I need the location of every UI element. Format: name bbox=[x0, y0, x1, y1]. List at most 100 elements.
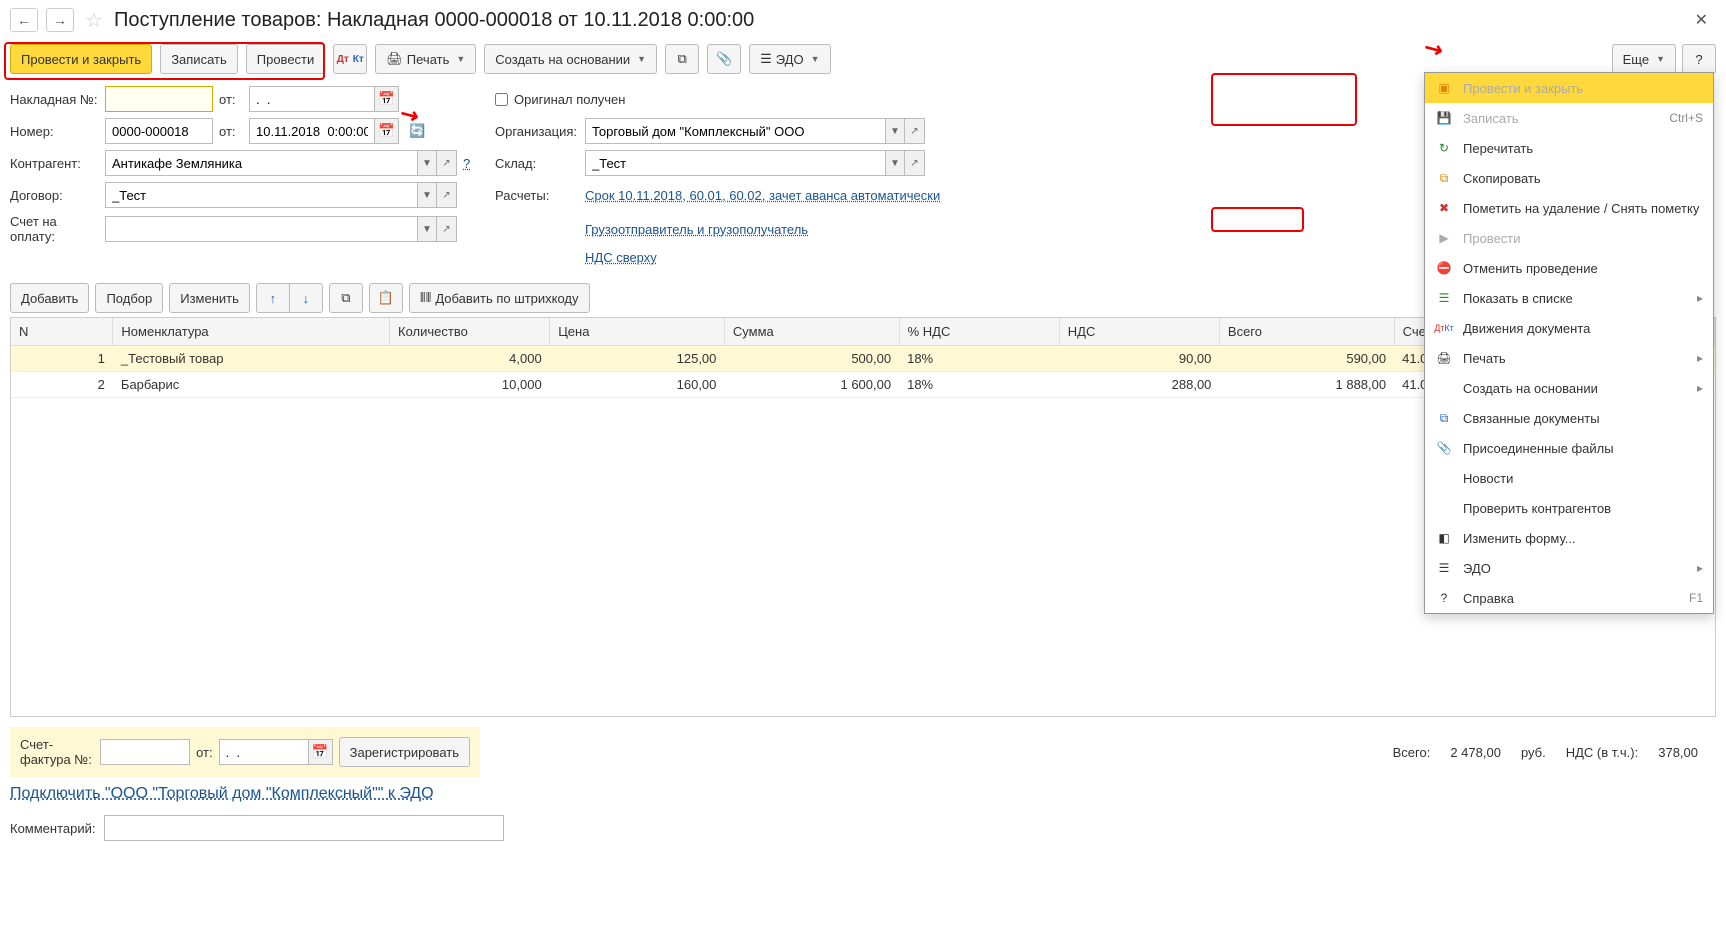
counterparty-info-link[interactable]: ? bbox=[463, 156, 470, 171]
write-button[interactable]: Записать bbox=[160, 44, 238, 74]
edo-connect-link[interactable]: Подключить "ООО "Торговый дом "Комплексн… bbox=[10, 785, 434, 802]
column-header[interactable]: Количество bbox=[390, 318, 550, 346]
register-button[interactable]: Зарегистрировать bbox=[339, 737, 470, 767]
menu-post[interactable]: ▶Провести bbox=[1425, 223, 1713, 253]
invoice-pay-open[interactable]: ↗ bbox=[437, 216, 457, 242]
menu-mark-delete[interactable]: ✖Пометить на удаление / Снять пометку bbox=[1425, 193, 1713, 223]
shipper-link[interactable]: Грузоотправитель и грузополучатель bbox=[585, 222, 808, 237]
invoice-date-input[interactable] bbox=[249, 86, 375, 112]
calc-link[interactable]: Срок 10.11.2018, 60.01, 60.02, зачет ава… bbox=[585, 188, 940, 203]
column-header[interactable]: Сумма bbox=[724, 318, 899, 346]
menu-show-list[interactable]: ☰Показать в списке▸ bbox=[1425, 283, 1713, 313]
edo-button[interactable]: ☰ ЭДО ▼ bbox=[749, 44, 830, 74]
menu-post-close[interactable]: ▣Провести и закрыть bbox=[1425, 73, 1713, 103]
comment-input[interactable] bbox=[104, 815, 504, 841]
help-button[interactable]: ? bbox=[1682, 44, 1716, 74]
menu-change-form[interactable]: ◧Изменить форму... bbox=[1425, 523, 1713, 553]
menu-check-counterparties[interactable]: Проверить контрагентов bbox=[1425, 493, 1713, 523]
post-button[interactable]: Провести bbox=[246, 44, 326, 74]
more-button[interactable]: Еще ▼ bbox=[1612, 44, 1676, 74]
related-docs-button[interactable]: ⧉ bbox=[665, 44, 699, 74]
help-icon: ? bbox=[1435, 589, 1453, 607]
attach-button[interactable]: 📎 bbox=[707, 44, 741, 74]
nav-back-button[interactable]: ← bbox=[10, 8, 38, 32]
counterparty-open[interactable]: ↗ bbox=[437, 150, 457, 176]
sf-no-input[interactable] bbox=[100, 739, 190, 765]
warehouse-label: Склад: bbox=[495, 156, 585, 171]
counterparty-input[interactable] bbox=[105, 150, 417, 176]
calendar-button[interactable]: 📅 bbox=[375, 86, 399, 112]
change-button[interactable]: Изменить bbox=[169, 283, 250, 313]
invoice-pay-dropdown[interactable]: ▼ bbox=[417, 216, 437, 242]
invoice-pay-input[interactable] bbox=[105, 216, 417, 242]
column-header[interactable]: Номенклатура bbox=[113, 318, 390, 346]
original-received-checkbox[interactable] bbox=[495, 93, 508, 106]
add-by-barcode-button[interactable]: ⦀⦀ Добавить по штрихкоду bbox=[409, 283, 590, 313]
counterparty-dropdown[interactable]: ▼ bbox=[417, 150, 437, 176]
menu-create-based[interactable]: Создать на основании▸ bbox=[1425, 373, 1713, 403]
menu-write[interactable]: 💾ЗаписатьCtrl+S bbox=[1425, 103, 1713, 133]
save-icon: 💾 bbox=[1435, 109, 1453, 127]
move-up-button[interactable]: ↑ bbox=[256, 283, 290, 313]
org-dropdown-button[interactable]: ▼ bbox=[885, 118, 905, 144]
refresh-icon[interactable]: 🔄 bbox=[409, 123, 425, 139]
warehouse-input[interactable] bbox=[585, 150, 885, 176]
menu-movements[interactable]: ДтКтДвижения документа bbox=[1425, 313, 1713, 343]
dtkt-button[interactable]: ДтКт bbox=[333, 44, 367, 74]
column-header[interactable]: Цена bbox=[550, 318, 725, 346]
add-row-button[interactable]: Добавить bbox=[10, 283, 89, 313]
org-input[interactable] bbox=[585, 118, 885, 144]
total-value: 2 478,00 bbox=[1450, 745, 1501, 760]
vat-link[interactable]: НДС сверху bbox=[585, 250, 657, 265]
column-header[interactable]: НДС bbox=[1059, 318, 1219, 346]
menu-copy[interactable]: ⧉Скопировать bbox=[1425, 163, 1713, 193]
printer-icon: 🖨 bbox=[1435, 349, 1453, 367]
column-header[interactable]: % НДС bbox=[899, 318, 1059, 346]
chevron-down-icon: ▼ bbox=[1656, 54, 1665, 64]
column-header[interactable]: Всего bbox=[1219, 318, 1394, 346]
org-open-button[interactable]: ↗ bbox=[905, 118, 925, 144]
chevron-right-icon: ▸ bbox=[1697, 381, 1703, 395]
create-based-button[interactable]: Создать на основании ▼ bbox=[484, 44, 657, 74]
warehouse-open[interactable]: ↗ bbox=[905, 150, 925, 176]
paperclip-icon: 📎 bbox=[716, 51, 732, 67]
refresh-icon: ↻ bbox=[1435, 139, 1453, 157]
copy-row-button[interactable]: ⧉ bbox=[329, 283, 363, 313]
contract-open[interactable]: ↗ bbox=[437, 182, 457, 208]
close-button[interactable]: ✕ bbox=[1687, 10, 1716, 30]
sf-date-input[interactable] bbox=[219, 739, 309, 765]
counterparty-label: Контрагент: bbox=[10, 156, 105, 171]
column-header[interactable]: N bbox=[11, 318, 113, 346]
menu-print[interactable]: 🖨Печать▸ bbox=[1425, 343, 1713, 373]
menu-news[interactable]: Новости bbox=[1425, 463, 1713, 493]
chevron-right-icon: ▸ bbox=[1697, 561, 1703, 575]
invoice-no-input[interactable] bbox=[105, 86, 213, 112]
post-and-close-button[interactable]: Провести и закрыть bbox=[10, 44, 152, 74]
contract-input[interactable] bbox=[105, 182, 417, 208]
print-button[interactable]: 🖨 Печать ▼ bbox=[375, 44, 476, 74]
menu-cancel-post[interactable]: ⛔Отменить проведение bbox=[1425, 253, 1713, 283]
menu-reread[interactable]: ↻Перечитать bbox=[1425, 133, 1713, 163]
nav-forward-button[interactable]: → bbox=[46, 8, 74, 32]
calendar-button-2[interactable]: 📅 bbox=[375, 118, 399, 144]
from-label: от: bbox=[219, 92, 243, 107]
number-input[interactable] bbox=[105, 118, 213, 144]
contract-label: Договор: bbox=[10, 188, 105, 203]
date-input[interactable] bbox=[249, 118, 375, 144]
warehouse-dropdown[interactable]: ▼ bbox=[885, 150, 905, 176]
paste-row-button[interactable]: 📋 bbox=[369, 283, 403, 313]
menu-attached[interactable]: 📎Присоединенные файлы bbox=[1425, 433, 1713, 463]
select-items-button[interactable]: Подбор bbox=[95, 283, 163, 313]
move-down-button[interactable]: ↓ bbox=[289, 283, 323, 313]
original-received-label: Оригинал получен bbox=[514, 92, 625, 107]
related-icon: ⧉ bbox=[677, 51, 686, 67]
favorite-star-icon[interactable]: ☆ bbox=[82, 8, 106, 32]
contract-dropdown[interactable]: ▼ bbox=[417, 182, 437, 208]
sf-calendar-button[interactable]: 📅 bbox=[309, 739, 333, 765]
chevron-right-icon: ▸ bbox=[1697, 291, 1703, 305]
menu-edo[interactable]: ☰ЭДО▸ bbox=[1425, 553, 1713, 583]
copy-icon: ⧉ bbox=[1435, 169, 1453, 187]
post-close-icon: ▣ bbox=[1435, 79, 1453, 97]
menu-related[interactable]: ⧉Связанные документы bbox=[1425, 403, 1713, 433]
menu-help[interactable]: ?СправкаF1 bbox=[1425, 583, 1713, 613]
